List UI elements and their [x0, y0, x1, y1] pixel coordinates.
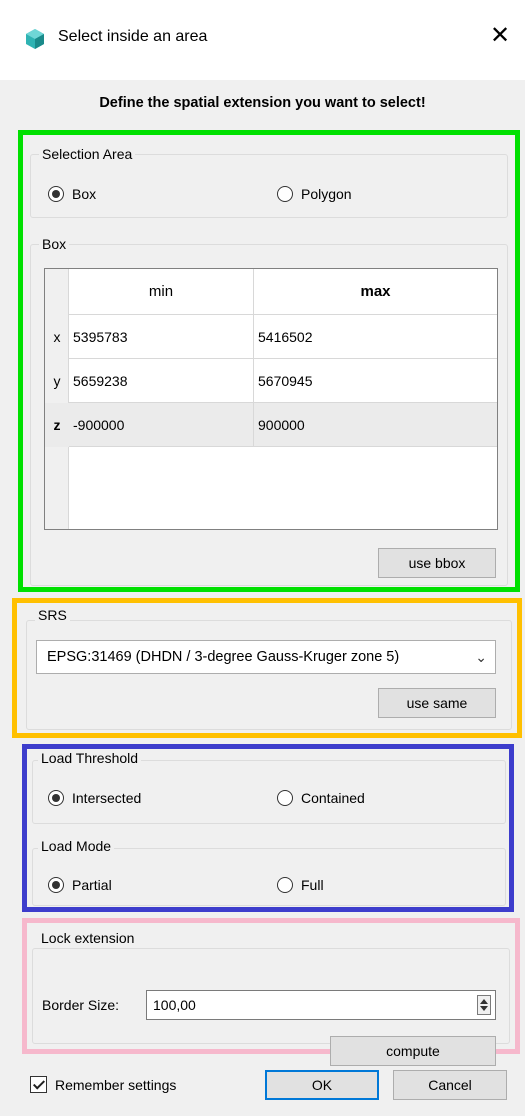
close-icon[interactable]: ✕ — [490, 24, 510, 48]
radio-partial-label: Partial — [72, 877, 112, 893]
use-bbox-button[interactable]: use bbox — [378, 548, 496, 578]
radio-box-indicator — [48, 186, 64, 202]
remember-settings-label: Remember settings — [55, 1076, 177, 1093]
border-size-value: 100,00 — [153, 997, 196, 1013]
radio-full-label: Full — [301, 877, 324, 893]
srs-dropdown-value: EPSG:31469 (DHDN / 3-degree Gauss-Kruger… — [47, 649, 400, 665]
cell-y-max[interactable]: 5670945 — [254, 359, 497, 403]
radio-contained[interactable]: Contained — [277, 790, 365, 806]
load-threshold-title: Load Threshold — [38, 750, 142, 766]
compute-button[interactable]: compute — [330, 1036, 496, 1066]
border-size-spinbox[interactable]: 100,00 — [146, 990, 496, 1020]
selection-area-group — [30, 154, 508, 218]
dialog-heading: Define the spatial extension you want to… — [99, 95, 426, 111]
radio-intersected-indicator — [48, 790, 64, 806]
lock-extension-title: Lock extension — [38, 930, 138, 946]
radio-partial-indicator — [48, 877, 64, 893]
row-header-y[interactable]: y — [45, 359, 69, 403]
selection-area-title: Selection Area — [39, 146, 136, 162]
cell-x-min[interactable]: 5395783 — [69, 315, 254, 359]
cell-z-max[interactable]: 900000 — [254, 403, 497, 447]
column-header-min[interactable]: min — [69, 269, 254, 315]
radio-intersected[interactable]: Intersected — [48, 790, 141, 806]
radio-contained-label: Contained — [301, 790, 365, 806]
radio-polygon-label: Polygon — [301, 186, 352, 202]
remember-settings-checkbox[interactable]: Remember settings — [30, 1076, 176, 1093]
spin-down-icon[interactable] — [480, 1006, 488, 1011]
row-header-x[interactable]: x — [45, 315, 69, 359]
radio-partial[interactable]: Partial — [48, 877, 112, 893]
cell-x-max[interactable]: 5416502 — [254, 315, 497, 359]
srs-dropdown[interactable]: EPSG:31469 (DHDN / 3-degree Gauss-Kruger… — [36, 640, 496, 674]
srs-group-title: SRS — [35, 607, 70, 623]
use-same-button[interactable]: use same — [378, 688, 496, 718]
radio-polygon[interactable]: Polygon — [277, 186, 352, 202]
radio-full-indicator — [277, 877, 293, 893]
cancel-button[interactable]: Cancel — [393, 1070, 507, 1100]
box-group-title: Box — [39, 236, 70, 252]
spinner-arrows-icon[interactable] — [477, 995, 491, 1015]
spin-up-icon[interactable] — [480, 999, 488, 1004]
radio-polygon-indicator — [277, 186, 293, 202]
radio-box-label: Box — [72, 186, 97, 202]
cube-logo-icon — [26, 29, 44, 49]
radio-full[interactable]: Full — [277, 877, 324, 893]
radio-intersected-label: Intersected — [72, 790, 142, 806]
ok-button[interactable]: OK — [265, 1070, 379, 1100]
title-bar: Select inside an area ✕ — [0, 0, 525, 80]
cell-z-min[interactable]: -900000 — [69, 403, 254, 447]
box-table: min max x 5395783 5416502 y 5659238 5670… — [44, 268, 498, 530]
radio-box[interactable]: Box — [48, 186, 96, 202]
row-header-z[interactable]: z — [45, 403, 69, 447]
checkmark-icon — [30, 1076, 47, 1093]
radio-contained-indicator — [277, 790, 293, 806]
load-mode-title: Load Mode — [38, 838, 115, 854]
column-header-max[interactable]: max — [254, 269, 497, 315]
cell-y-min[interactable]: 5659238 — [69, 359, 254, 403]
chevron-down-icon: ⌄ — [475, 649, 487, 665]
window-title: Select inside an area — [58, 28, 208, 45]
border-size-label: Border Size: — [42, 997, 120, 1013]
